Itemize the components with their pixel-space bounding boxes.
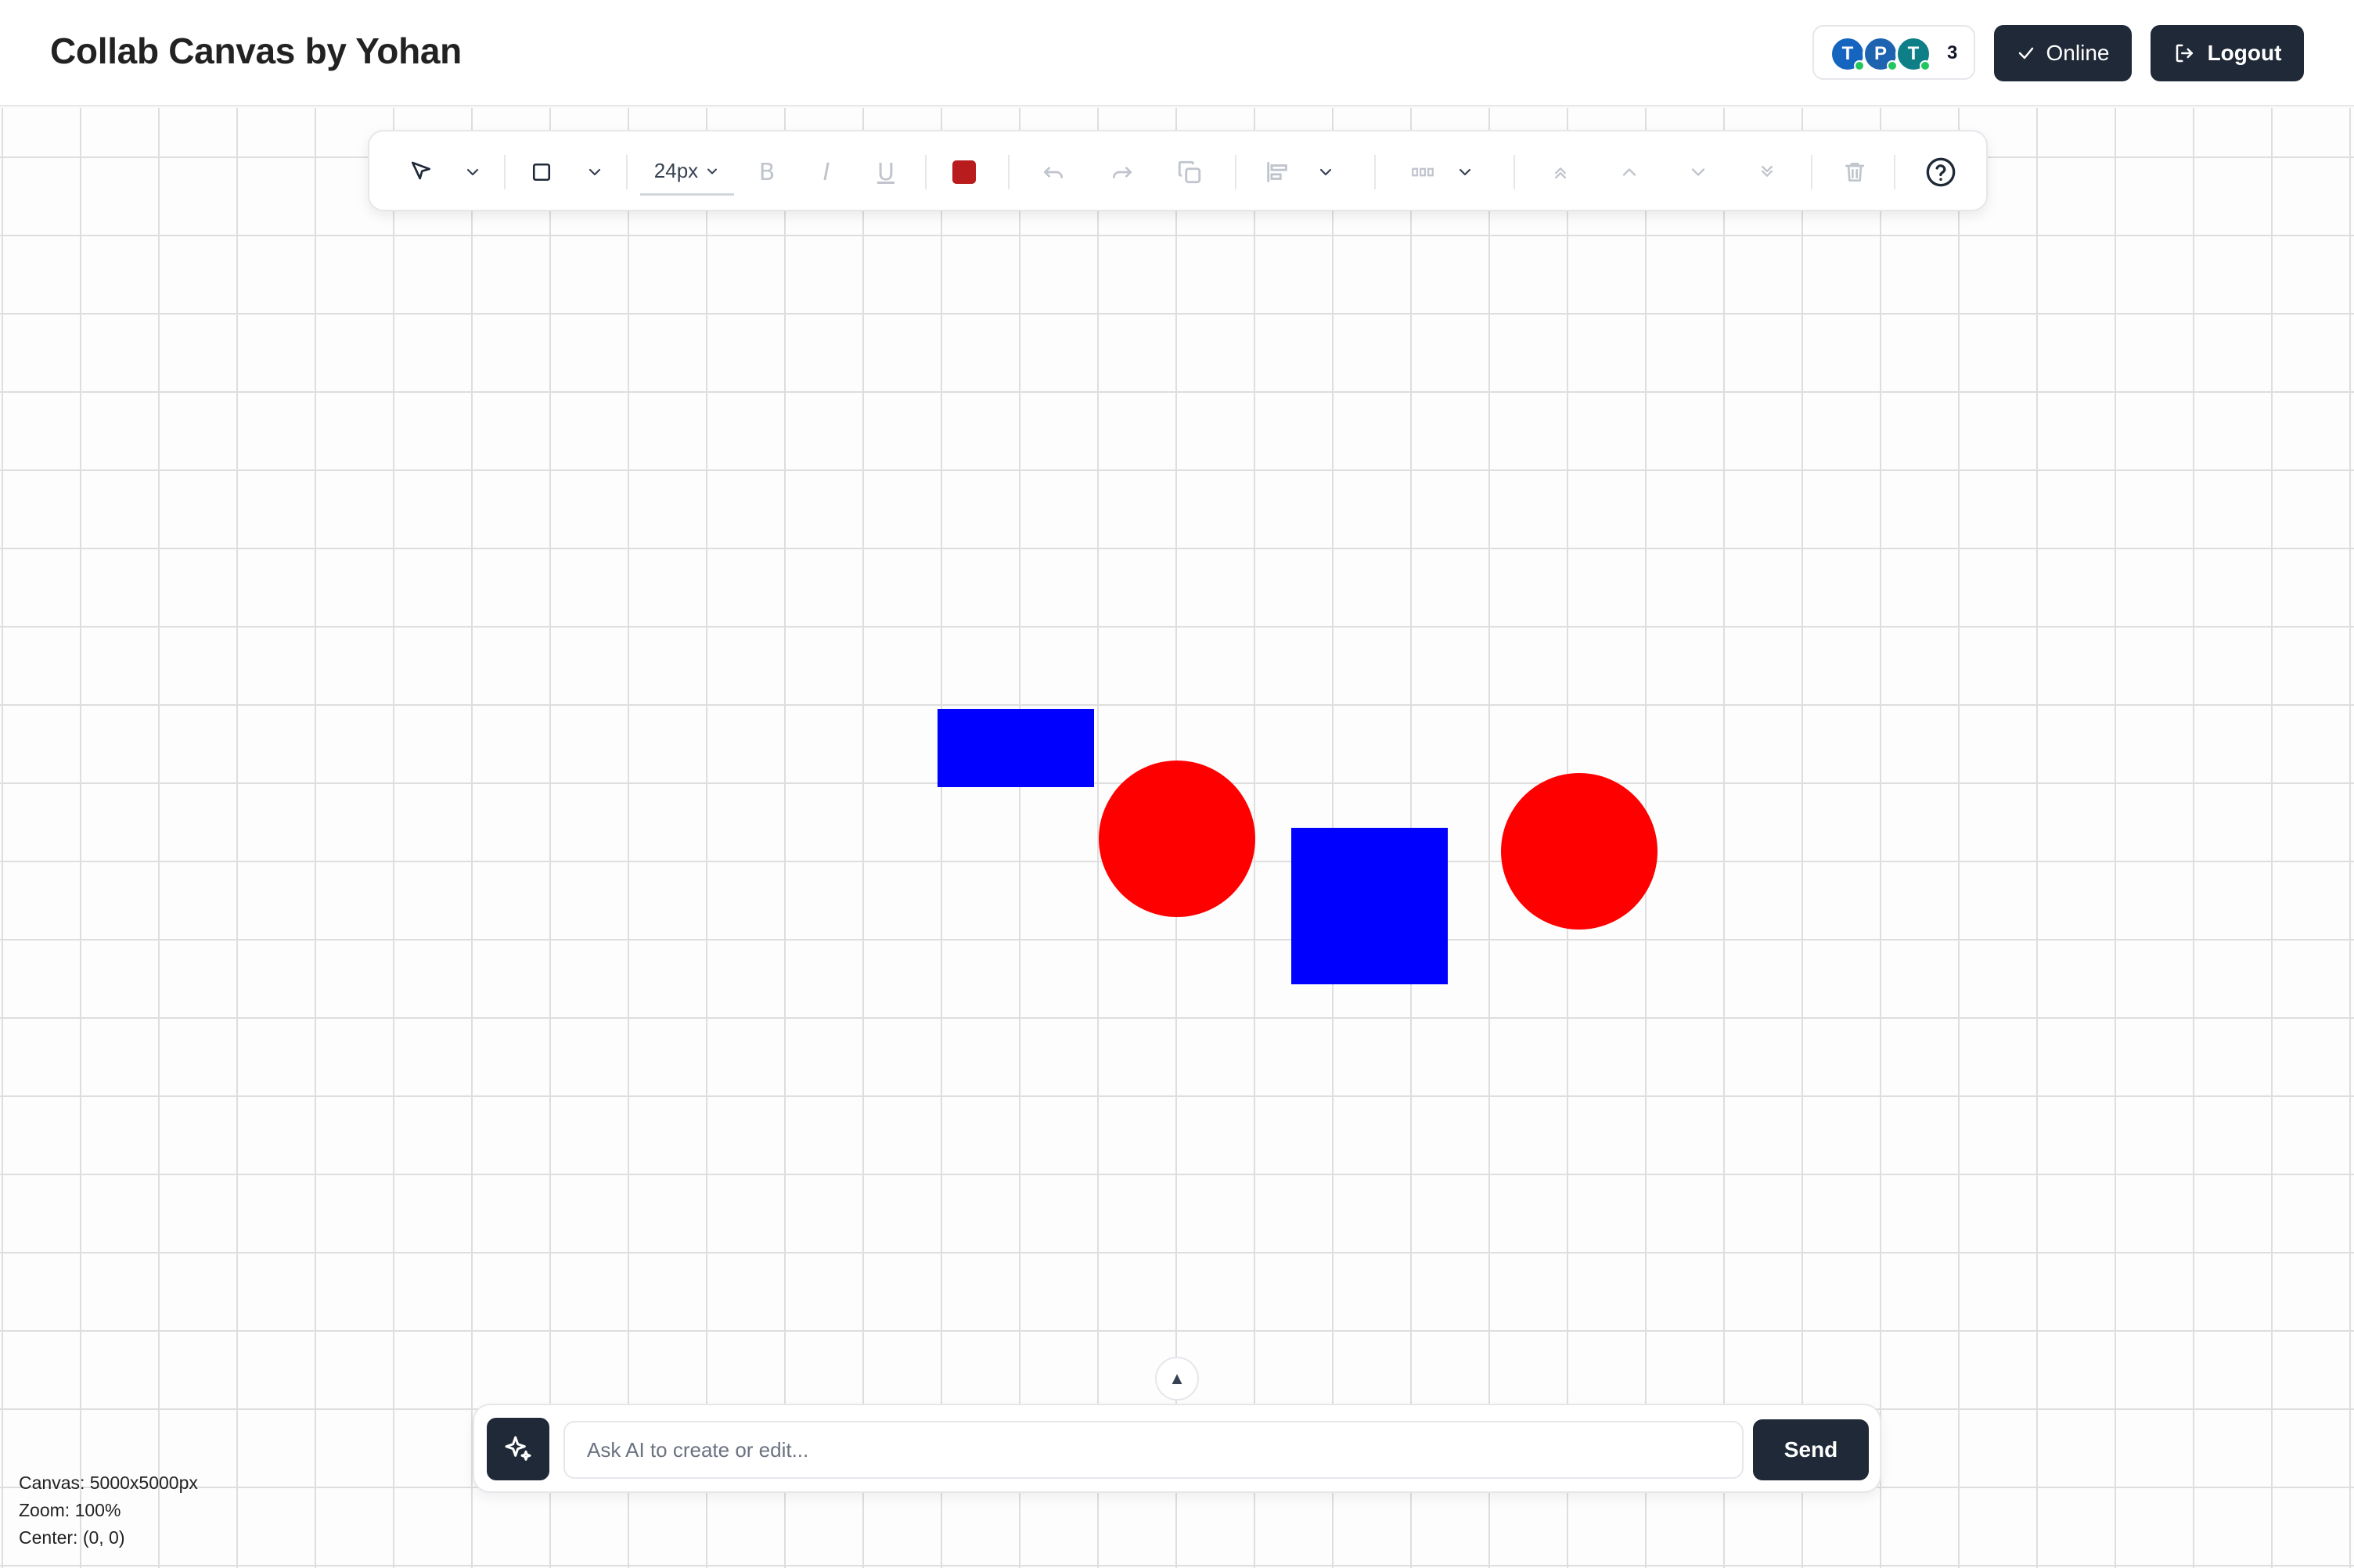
logout-icon: [2176, 44, 2193, 63]
fill-color-button[interactable]: [944, 149, 984, 196]
underline-button[interactable]: U: [866, 149, 906, 196]
drawing-canvas[interactable]: [0, 108, 2354, 1568]
rectangle-tool-button[interactable]: [521, 149, 562, 196]
online-label: Online: [2046, 41, 2110, 65]
avatar-initial: T: [1907, 43, 1920, 64]
ai-command-panel: Send: [473, 1404, 1881, 1493]
logout-button[interactable]: Logout: [2151, 25, 2304, 81]
sparkles-icon: [505, 1436, 531, 1461]
chevron-down-icon: [466, 168, 479, 176]
toolbar-divider: [1008, 155, 1010, 189]
bold-icon: B: [758, 158, 776, 186]
online-dot: [1854, 60, 1865, 71]
cursor-arrow-icon: [412, 161, 430, 180]
align-button[interactable]: [1255, 149, 1299, 196]
bring-forward-button[interactable]: [1609, 149, 1650, 196]
blue-rectangle-shape[interactable]: [938, 709, 1094, 787]
help-circle-icon: [1926, 157, 1956, 187]
toolbar-divider: [1235, 155, 1236, 189]
font-size-select[interactable]: 24px: [640, 149, 734, 196]
align-dropdown[interactable]: [1310, 149, 1341, 196]
square-icon: [532, 163, 551, 182]
app-header: Collab Canvas by Yohan T P T 3 Online Lo…: [0, 0, 2354, 106]
align-left-icon: [1267, 162, 1287, 182]
bring-to-front-button[interactable]: [1540, 149, 1581, 196]
center-readout: Center: (0, 0): [19, 1527, 125, 1548]
send-backward-button[interactable]: [1678, 149, 1719, 196]
font-size-value: 24px: [653, 159, 699, 182]
blue-square-shape[interactable]: [1291, 828, 1448, 984]
chevron-down-icon: [588, 168, 601, 176]
collapse-ai-panel-button[interactable]: ▲: [1155, 1357, 1199, 1401]
copy-icon: [1178, 160, 1201, 184]
color-swatch: [952, 160, 976, 184]
red-circle-shape[interactable]: [1099, 761, 1255, 917]
chevron-up-icon: [1622, 168, 1636, 176]
italic-icon: I: [822, 158, 830, 186]
user-avatar: T: [1895, 36, 1931, 72]
triangle-up-icon: ▲: [1168, 1368, 1186, 1388]
chevrons-down-icon: [1762, 165, 1773, 177]
check-icon: [2018, 47, 2033, 59]
avatar-initial: P: [1873, 43, 1887, 64]
online-user-count: 3: [1947, 42, 1958, 63]
italic-button[interactable]: I: [806, 149, 847, 196]
send-to-back-button[interactable]: [1747, 149, 1787, 196]
toolbar-divider: [1374, 155, 1376, 189]
canvas-size-readout: Canvas: 5000x5000px: [19, 1473, 198, 1493]
online-dot: [1887, 60, 1898, 71]
undo-icon: [1044, 167, 1063, 178]
redo-icon: [1113, 167, 1132, 178]
select-tool-button[interactable]: [401, 149, 441, 196]
red-circle-shape[interactable]: [1501, 773, 1658, 930]
duplicate-button[interactable]: [1168, 149, 1211, 196]
user-avatar: T: [1830, 36, 1866, 72]
toolbar-divider: [925, 155, 927, 189]
online-status-button[interactable]: Online: [1994, 25, 2132, 81]
zoom-readout: Zoom: 100%: [19, 1500, 121, 1520]
toolbar-divider: [1811, 155, 1812, 189]
chevron-down-icon: [1459, 168, 1471, 176]
undo-button[interactable]: [1031, 149, 1075, 196]
trash-icon: [1845, 163, 1864, 182]
toolbar-divider: [626, 155, 628, 189]
online-dot: [1920, 60, 1931, 71]
avatar-initial: T: [1841, 43, 1854, 64]
app-title: Collab Canvas by Yohan: [50, 31, 462, 71]
underline-icon: U: [877, 158, 894, 186]
toolbar-divider: [1894, 155, 1895, 189]
toolbar-divider: [504, 155, 506, 189]
help-button[interactable]: [1919, 149, 1963, 196]
delete-button[interactable]: [1833, 149, 1877, 196]
chevron-down-icon: [707, 168, 718, 174]
redo-button[interactable]: [1100, 149, 1144, 196]
ai-sparkle-button[interactable]: [487, 1418, 549, 1480]
send-button[interactable]: Send: [1753, 1419, 1869, 1480]
chevron-down-icon: [1319, 168, 1332, 176]
logout-label: Logout: [2207, 41, 2282, 65]
distribute-button[interactable]: [1401, 149, 1445, 196]
shape-tool-dropdown[interactable]: [579, 149, 610, 196]
toolbar-divider: [1514, 155, 1515, 189]
presence-indicator[interactable]: T P T 3: [1812, 25, 1975, 80]
chevron-down-icon: [1691, 168, 1705, 176]
ai-prompt-input[interactable]: [563, 1421, 1744, 1479]
chevrons-up-icon: [1555, 167, 1566, 179]
distribute-icon: [1412, 167, 1434, 177]
distribute-dropdown[interactable]: [1449, 149, 1481, 196]
bold-button[interactable]: B: [747, 149, 787, 196]
canvas-info-panel: Canvas: 5000x5000px Zoom: 100% Center: (…: [19, 1469, 198, 1552]
user-avatar: P: [1863, 36, 1899, 72]
select-tool-dropdown[interactable]: [457, 149, 488, 196]
main-toolbar: 24px B I U: [368, 130, 1988, 211]
